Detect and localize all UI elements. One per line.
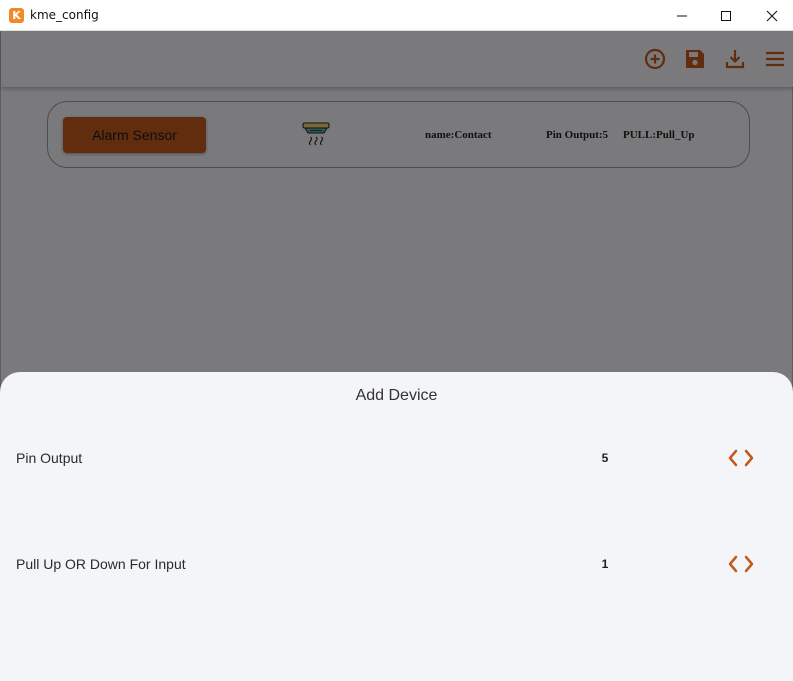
title-bar: K kme_config [0,0,793,31]
pull-up-down-stepper-icon[interactable] [726,553,756,575]
minimize-button[interactable] [658,0,704,31]
close-icon [766,10,778,22]
pin-output-label: Pin Output [16,450,83,466]
pin-output-stepper-icon[interactable] [726,447,756,469]
maximize-button[interactable] [702,0,748,31]
add-device-sheet: Add Device Pin Output 5 Pull Up OR Down … [0,372,793,681]
pull-up-down-value: 1 [601,557,609,571]
app-logo: K [9,8,24,23]
pin-output-value: 5 [601,451,609,465]
close-button[interactable] [748,0,793,31]
pull-up-down-label: Pull Up OR Down For Input [16,556,186,572]
minimize-icon [677,15,687,17]
maximize-icon [721,11,731,21]
window-title: kme_config [30,8,99,22]
sheet-title: Add Device [355,387,438,404]
